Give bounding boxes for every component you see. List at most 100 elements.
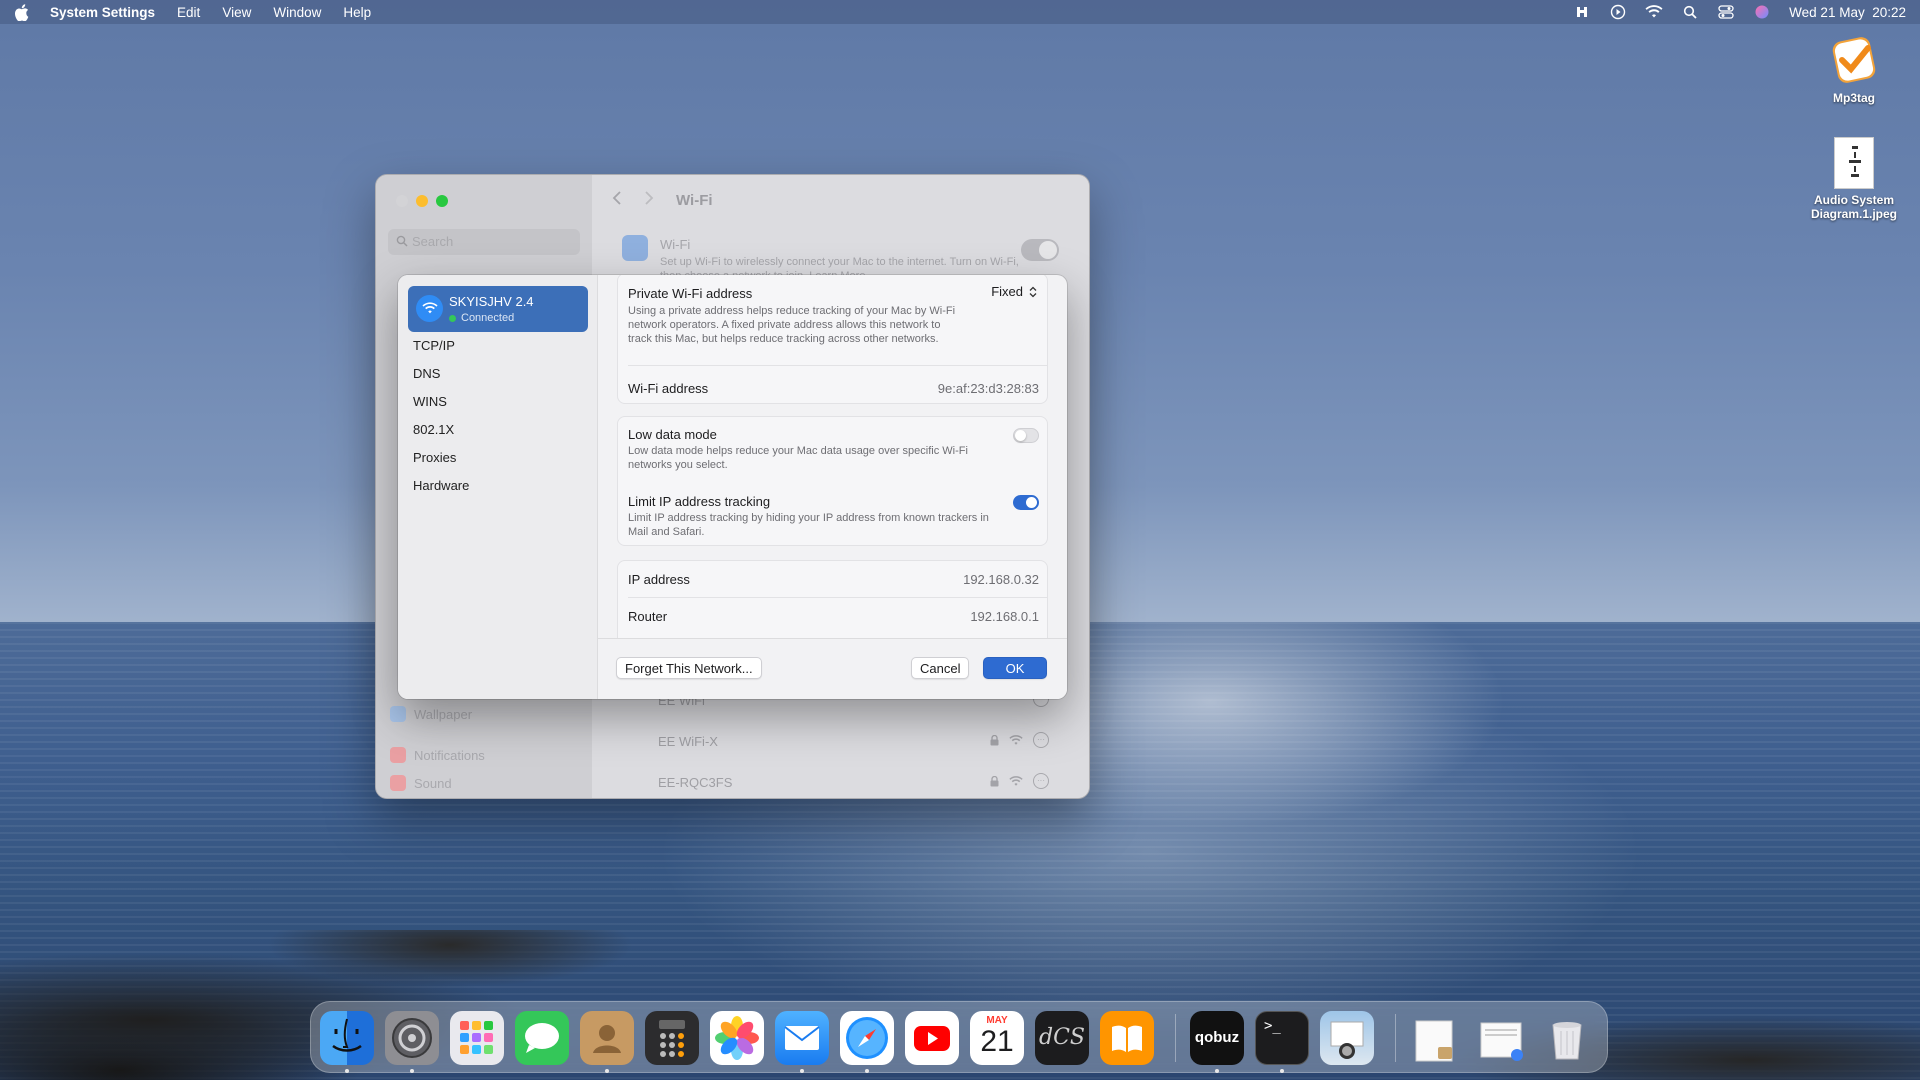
more-options-icon[interactable]: ··· xyxy=(1033,732,1049,748)
cancel-button[interactable]: Cancel xyxy=(911,657,970,679)
audio-hijack-icon[interactable] xyxy=(1573,4,1591,20)
row-divider xyxy=(628,597,1047,598)
menu-datetime[interactable]: Wed 21 May 20:22 xyxy=(1789,5,1906,20)
limit-ip-toggle[interactable] xyxy=(1013,495,1039,510)
forget-network-button[interactable]: Forget This Network... xyxy=(616,657,762,679)
minimize-button[interactable] xyxy=(416,195,428,207)
network-name: SKYISJHV 2.4 xyxy=(449,294,534,309)
network-list-item[interactable]: EE-RQC3FS ··· xyxy=(658,773,1049,793)
wifi-row-title: Wi-Fi xyxy=(660,237,691,252)
data-options-card: Low data mode Low data mode helps reduce… xyxy=(617,416,1048,546)
low-data-mode-toggle[interactable] xyxy=(1013,428,1039,443)
search-icon xyxy=(396,235,408,247)
settings-search-field[interactable]: Search xyxy=(388,229,580,255)
sidebar-item-hardware[interactable]: Hardware xyxy=(413,478,469,493)
sidebar-item-8021x[interactable]: 802.1X xyxy=(413,422,454,437)
ip-address-label: IP address xyxy=(628,572,690,587)
back-chevron-icon[interactable] xyxy=(612,191,622,209)
sidebar-item-proxies[interactable]: Proxies xyxy=(413,450,456,465)
private-address-popup[interactable]: Fixed xyxy=(991,284,1037,299)
documents-stack-icon[interactable] xyxy=(1475,1011,1529,1065)
dock-separator xyxy=(1175,1014,1176,1062)
network-details-sheet: SKYISJHV 2.4 Connected TCP/IP DNS WINS 8… xyxy=(398,275,1067,699)
running-indicator xyxy=(1280,1069,1284,1073)
wifi-address-label: Wi-Fi address xyxy=(628,381,709,396)
calculator-app-icon[interactable] xyxy=(645,1011,699,1065)
limit-ip-description: Limit IP address tracking by hiding your… xyxy=(628,512,989,538)
books-app-icon[interactable] xyxy=(1100,1011,1154,1065)
ok-button[interactable]: OK xyxy=(983,657,1047,679)
terminal-app-icon[interactable]: >_ xyxy=(1255,1011,1309,1065)
now-playing-icon[interactable] xyxy=(1609,4,1627,20)
running-indicator xyxy=(605,1069,609,1073)
zoom-button[interactable] xyxy=(436,195,448,207)
dock-separator xyxy=(1395,1014,1396,1062)
messages-app-icon[interactable] xyxy=(515,1011,569,1065)
low-data-mode-title: Low data mode xyxy=(628,427,717,442)
wallpaper-icon xyxy=(390,706,406,722)
private-address-title: Private Wi-Fi address xyxy=(628,286,753,301)
running-indicator xyxy=(410,1069,414,1073)
private-address-description: Using a private address helps reduce tra… xyxy=(628,305,956,345)
calendar-app-icon[interactable]: MAY 21 xyxy=(970,1011,1024,1065)
system-settings-app-icon[interactable] xyxy=(385,1011,439,1065)
youtube-app-icon[interactable] xyxy=(905,1011,959,1065)
spotlight-search-icon[interactable] xyxy=(1681,4,1699,20)
sidebar-item-network[interactable]: SKYISJHV 2.4 Connected xyxy=(408,286,588,332)
menu-window[interactable]: Window xyxy=(273,5,321,20)
dialog-footer: Forget This Network... Cancel OK xyxy=(598,638,1067,699)
wifi-icon xyxy=(622,235,648,261)
wifi-status-icon[interactable] xyxy=(1645,4,1663,20)
control-center-icon[interactable] xyxy=(1717,4,1735,20)
network-list-item[interactable]: EE WiFi-X ··· xyxy=(658,732,1049,752)
preview-app-icon[interactable] xyxy=(1320,1011,1374,1065)
contacts-app-icon[interactable] xyxy=(580,1011,634,1065)
menu-view[interactable]: View xyxy=(222,5,251,20)
wifi-signal-icon xyxy=(1009,775,1023,786)
desktop-icon-audio-diagram[interactable]: Audio System Diagram.1.jpeg xyxy=(1799,137,1909,221)
trash-icon[interactable] xyxy=(1540,1011,1594,1065)
row-divider xyxy=(628,365,1047,366)
ip-address-value: 192.168.0.32 xyxy=(963,572,1039,587)
calendar-day: 21 xyxy=(980,1025,1014,1058)
sidebar-item-sound[interactable]: Sound xyxy=(390,775,452,791)
desktop-icon-mp3tag[interactable]: Mp3tag xyxy=(1799,33,1909,105)
sidebar-item-label: Notifications xyxy=(414,747,485,763)
apple-menu-icon[interactable] xyxy=(14,3,32,21)
safari-app-icon[interactable] xyxy=(840,1011,894,1065)
launchpad-app-icon[interactable] xyxy=(450,1011,504,1065)
ip-info-card: IP address 192.168.0.32 Router 192.168.0… xyxy=(617,560,1048,638)
search-placeholder: Search xyxy=(412,234,454,249)
forward-chevron-icon[interactable] xyxy=(644,191,654,209)
downloads-stack-icon[interactable] xyxy=(1410,1011,1464,1065)
wifi-signal-icon xyxy=(1009,734,1023,745)
menu-help[interactable]: Help xyxy=(343,5,371,20)
low-data-mode-description: Low data mode helps reduce your Mac data… xyxy=(628,445,968,471)
private-address-card: Private Wi-Fi address Fixed Using a priv… xyxy=(617,275,1048,404)
dock: MAY 21 dCS qobuz >_ xyxy=(310,1001,1608,1073)
sidebar-item-tcpip[interactable]: TCP/IP xyxy=(413,338,455,353)
menu-app-name[interactable]: System Settings xyxy=(50,5,155,20)
connected-status-dot xyxy=(449,315,456,322)
popup-value: Fixed xyxy=(991,284,1023,299)
photos-app-icon[interactable] xyxy=(710,1011,764,1065)
more-options-icon[interactable]: ··· xyxy=(1033,773,1049,789)
router-label: Router xyxy=(628,609,668,624)
dcs-mosaic-app-icon[interactable]: dCS xyxy=(1035,1011,1089,1065)
siri-icon[interactable] xyxy=(1753,4,1771,20)
finder-app-icon[interactable] xyxy=(320,1011,374,1065)
close-button[interactable] xyxy=(396,195,408,207)
sidebar-item-dns[interactable]: DNS xyxy=(413,366,440,381)
sidebar-item-label: Wallpaper xyxy=(414,706,473,722)
running-indicator xyxy=(345,1069,349,1073)
running-indicator xyxy=(1215,1069,1219,1073)
menu-edit[interactable]: Edit xyxy=(177,5,200,20)
sidebar-item-wallpaper[interactable]: Wallpaper xyxy=(390,706,472,722)
sound-icon xyxy=(390,775,406,791)
wifi-toggle[interactable] xyxy=(1021,239,1059,261)
desktop-icon-label: Audio System Diagram.1.jpeg xyxy=(1810,193,1898,221)
sidebar-item-wins[interactable]: WINS xyxy=(413,394,447,409)
qobuz-app-icon[interactable]: qobuz xyxy=(1190,1011,1244,1065)
sidebar-item-notifications[interactable]: Notifications xyxy=(390,747,485,763)
mail-app-icon[interactable] xyxy=(775,1011,829,1065)
